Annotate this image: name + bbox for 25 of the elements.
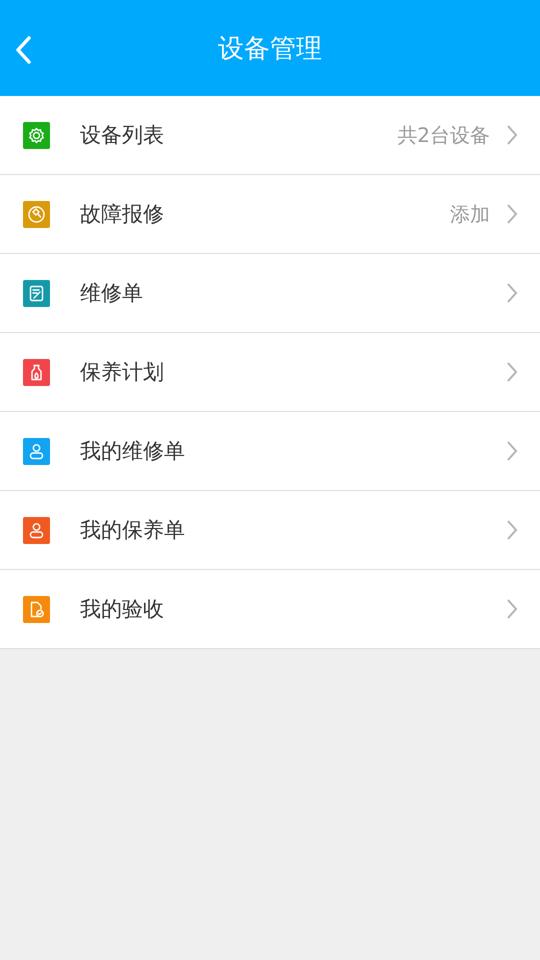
chevron-icon bbox=[506, 440, 518, 462]
item-label: 我的维修单 bbox=[80, 438, 186, 465]
page-title: 设备管理 bbox=[218, 32, 322, 66]
menu-item[interactable]: 故障报修 添加 bbox=[0, 175, 540, 254]
chevron-icon bbox=[506, 203, 518, 225]
item-label: 保养计划 bbox=[80, 359, 165, 386]
item-value: 共2台设备 bbox=[397, 122, 490, 148]
menu-item[interactable]: 保养计划 bbox=[0, 333, 540, 412]
menu-item[interactable]: 我的保养单 bbox=[0, 491, 540, 570]
item-label: 维修单 bbox=[80, 280, 144, 307]
chevron-icon bbox=[506, 124, 518, 146]
item-label: 我的验收 bbox=[80, 596, 165, 623]
item-label: 设备列表 bbox=[80, 122, 165, 149]
chevron-icon bbox=[506, 598, 518, 620]
item-label: 我的保养单 bbox=[80, 517, 186, 544]
chevron-icon bbox=[506, 282, 518, 304]
chevron-icon bbox=[506, 519, 518, 541]
item-label: 故障报修 bbox=[80, 201, 165, 228]
chevron-icon bbox=[506, 361, 518, 383]
menu-item[interactable]: 设备列表 共2台设备 bbox=[0, 96, 540, 175]
item-value: 添加 bbox=[450, 200, 490, 228]
back-icon bbox=[14, 35, 32, 65]
menu-item[interactable]: 维修单 bbox=[0, 254, 540, 333]
menu-item[interactable]: 我的验收 bbox=[0, 570, 540, 649]
menu-item[interactable]: 我的维修单 bbox=[0, 412, 540, 491]
